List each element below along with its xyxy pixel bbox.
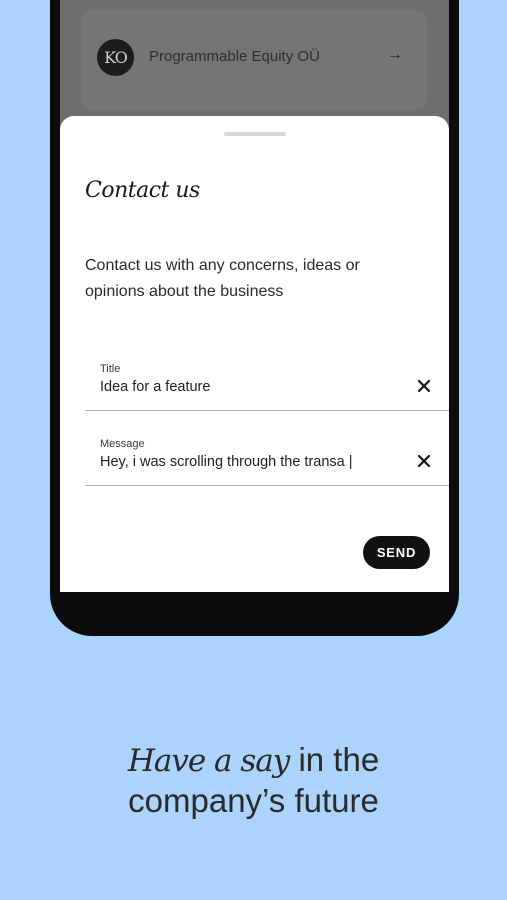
phone-frame: KO Programmable Equity OÜ → Contact us C… [50, 0, 459, 636]
tagline-line-1: Have a say in the [0, 740, 507, 781]
send-button[interactable]: SEND [363, 536, 430, 569]
tagline: Have a say in the company’s future [0, 740, 507, 821]
arrow-right-icon[interactable]: → [387, 46, 403, 64]
sheet-drag-handle[interactable] [224, 132, 286, 136]
message-field-label: Message [100, 438, 145, 450]
sheet-title: Contact us [85, 178, 200, 203]
company-logo: KO [97, 39, 134, 76]
company-name: Programmable Equity OÜ [149, 48, 320, 65]
tagline-rest: in the [289, 741, 380, 778]
title-field[interactable]: Title Idea for a feature [85, 357, 449, 411]
phone-screen: KO Programmable Equity OÜ → Contact us C… [60, 0, 449, 592]
contact-bottom-sheet: Contact us Contact us with any concerns,… [60, 116, 449, 592]
tagline-emphasis: Have a say [127, 743, 290, 779]
title-field-value[interactable]: Idea for a feature [100, 379, 210, 395]
clear-title-icon[interactable] [415, 377, 433, 395]
tagline-line-2: company’s future [128, 782, 379, 819]
message-field-value[interactable]: Hey, i was scrolling through the transa … [100, 454, 353, 470]
message-field[interactable]: Message Hey, i was scrolling through the… [85, 432, 449, 486]
sheet-description: Contact us with any concerns, ideas or o… [85, 257, 360, 300]
title-field-label: Title [100, 363, 121, 375]
clear-message-icon[interactable] [415, 452, 433, 470]
